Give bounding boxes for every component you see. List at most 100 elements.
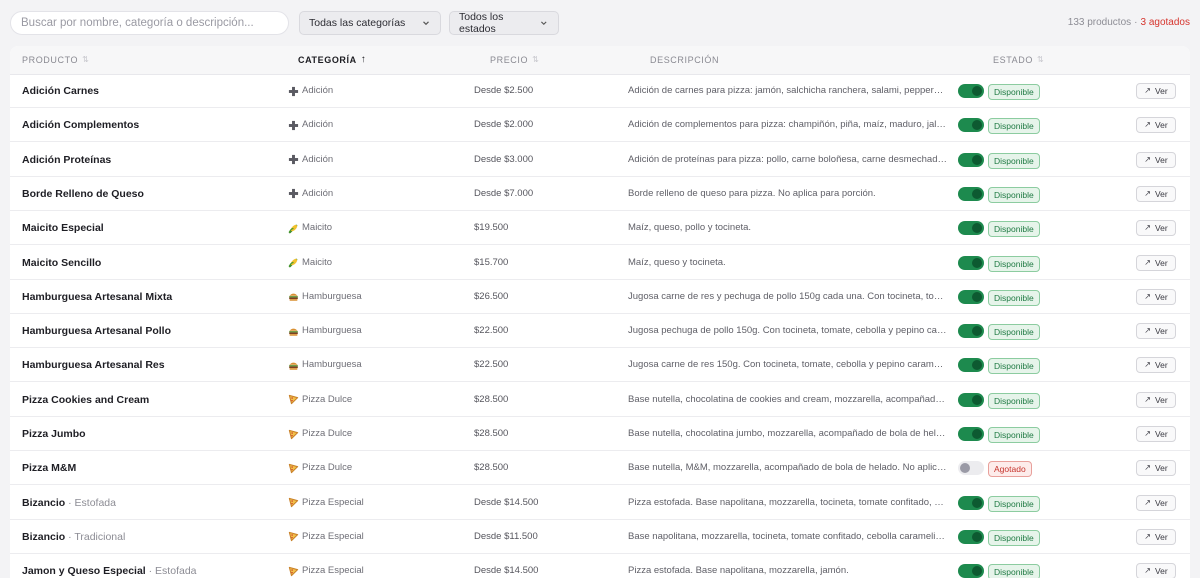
price-cell: Desde $3.000: [474, 153, 534, 165]
category-cell: Adición: [288, 108, 458, 142]
description-cell: Jugosa carne de res 150g. Con tocineta, …: [628, 359, 948, 371]
price-cell: Desde $7.000: [474, 187, 534, 199]
availability-cell: [958, 520, 986, 554]
action-cell: ↗ Ver: [1136, 520, 1178, 554]
sort-ascending-icon: ↑: [360, 54, 367, 65]
price-cell: Desde $14.500: [474, 496, 539, 508]
product-name-cell: Jamon y Queso Especial · Estofada: [22, 554, 284, 578]
action-cell: ↗ Ver: [1136, 280, 1178, 314]
category-label: Maicito: [302, 222, 333, 234]
availability-toggle[interactable]: [958, 289, 984, 304]
table-row: Hamburguesa Artesanal Pollo Hamburguesa $…: [10, 314, 1190, 349]
availability-toggle[interactable]: [958, 221, 984, 236]
product-count: 133 productos: [1067, 17, 1132, 28]
description-cell: Pizza estofada. Base napolitana, mozzare…: [628, 496, 948, 508]
table-row: Bizancio · Tradicional Pizza Especial Desd…: [10, 520, 1190, 554]
category-cell: Hamburguesa: [288, 348, 458, 382]
view-button[interactable]: ↗ Ver: [1136, 185, 1176, 202]
availability-toggle[interactable]: [958, 427, 984, 441]
action-cell: ↗ Ver: [1136, 74, 1178, 108]
action-cell: ↗ Ver: [1136, 486, 1178, 520]
action-cell: ↗ Ver: [1136, 108, 1178, 142]
view-button[interactable]: ↗ Ver: [1136, 254, 1176, 271]
view-button[interactable]: ↗ Ver: [1136, 494, 1176, 511]
availability-toggle[interactable]: [958, 358, 984, 373]
availability-toggle[interactable]: [958, 495, 984, 510]
view-button[interactable]: ↗ Ver: [1136, 151, 1176, 168]
category-cell: Adición: [288, 177, 458, 211]
view-button[interactable]: ↗ Ver: [1136, 426, 1176, 442]
column-header-category[interactable]: CATEGORÍA ↑: [298, 46, 366, 74]
view-button[interactable]: ↗ Ver: [1136, 460, 1176, 477]
view-button[interactable]: ↗ Ver: [1136, 357, 1176, 374]
availability-toggle[interactable]: [958, 461, 984, 476]
description-cell: Jugosa carne de res y pechuga de pollo 1…: [628, 290, 948, 302]
table-row: Maicito Sencillo Maicito $15.700 Maíz, que…: [10, 246, 1190, 280]
search-input[interactable]: [10, 11, 289, 35]
category-cell: Maicito: [288, 211, 458, 245]
pizza-icon: [288, 566, 299, 576]
product-name-cell: Adición Proteínas: [22, 143, 284, 177]
view-button[interactable]: ↗ Ver: [1136, 323, 1176, 340]
column-header-status[interactable]: ESTADO ⇅: [993, 46, 1044, 74]
view-button[interactable]: ↗ Ver: [1136, 563, 1176, 578]
availability-toggle[interactable]: [958, 255, 984, 270]
availability-toggle[interactable]: [958, 324, 984, 339]
category-cell: Hamburguesa: [288, 280, 458, 314]
availability-cell: [958, 143, 986, 177]
category-filter-select[interactable]: Todas las categorías: [299, 11, 441, 35]
view-button[interactable]: ↗ Ver: [1136, 117, 1176, 134]
view-button-label: Ver: [1154, 188, 1168, 199]
view-button[interactable]: ↗ Ver: [1136, 220, 1176, 237]
category-label: Adición: [302, 153, 334, 165]
category-cell: Pizza Especial: [288, 520, 458, 554]
column-header-description: DESCRIPCIÓN: [650, 46, 719, 74]
view-button-label: Ver: [1154, 360, 1168, 371]
view-button-label: Ver: [1154, 429, 1168, 439]
out-of-stock-count: 3 agotados: [1140, 17, 1191, 28]
availability-toggle[interactable]: [958, 118, 984, 133]
availability-toggle[interactable]: [958, 84, 984, 98]
pizza-icon: [288, 532, 299, 542]
availability-cell: [958, 211, 986, 245]
price-cell: Desde $2.000: [474, 119, 534, 131]
availability-toggle[interactable]: [958, 564, 984, 578]
column-header-product[interactable]: PRODUCTO ⇅: [22, 46, 89, 74]
table-row: Hamburguesa Artesanal Mixta Hamburguesa $…: [10, 280, 1190, 314]
availability-cell: [958, 348, 986, 382]
status-filter-select[interactable]: Todos los estados: [449, 11, 559, 35]
products-table: PRODUCTO ⇅ CATEGORÍA ↑ PRECIO ⇅ DESCRIPCIÓN…: [10, 46, 1190, 578]
product-name: Pizza Jumbo: [22, 428, 86, 440]
product-variant: · Tradicional: [68, 530, 126, 543]
toggle-knob: [972, 120, 982, 131]
category-cell: Pizza Dulce: [288, 451, 458, 485]
availability-toggle[interactable]: [958, 529, 984, 544]
external-arrow-icon: ↗: [1144, 188, 1151, 198]
table-row: Maicito Especial Maicito $19.500 Maíz, que…: [10, 211, 1190, 246]
view-button[interactable]: ↗ Ver: [1136, 83, 1176, 99]
toggle-knob: [972, 326, 982, 337]
chevron-down-icon: [423, 21, 429, 26]
description-cell: Jugosa pechuga de pollo 150g. Con tocine…: [628, 325, 948, 337]
view-button[interactable]: ↗ Ver: [1136, 288, 1176, 305]
availability-toggle[interactable]: [958, 186, 984, 201]
product-name: Pizza M&M: [22, 462, 77, 475]
chevron-down-icon: [541, 21, 548, 26]
availability-toggle[interactable]: [958, 152, 984, 167]
toggle-knob: [972, 360, 982, 371]
availability-toggle[interactable]: [958, 392, 984, 407]
burger-icon: [289, 293, 298, 302]
status-badge: Disponible: [988, 529, 1040, 546]
description-cell: Adición de complementos para pizza: cham…: [628, 119, 948, 131]
product-name-cell: Hamburguesa Artesanal Mixta: [22, 280, 284, 314]
status-badge: Disponible: [988, 392, 1040, 409]
plus-icon: [288, 86, 299, 96]
status-cell: Disponible: [988, 177, 1068, 211]
view-button[interactable]: ↗ Ver: [1136, 528, 1176, 545]
column-header-price[interactable]: PRECIO ⇅: [490, 46, 539, 74]
view-button[interactable]: ↗ Ver: [1136, 391, 1176, 408]
status-badge: Disponible: [988, 152, 1040, 169]
description-cell: Pizza estofada. Base napolitana, mozzare…: [628, 565, 849, 577]
product-name-cell: Adición Carnes: [22, 74, 284, 108]
burger-icon: [289, 362, 298, 370]
